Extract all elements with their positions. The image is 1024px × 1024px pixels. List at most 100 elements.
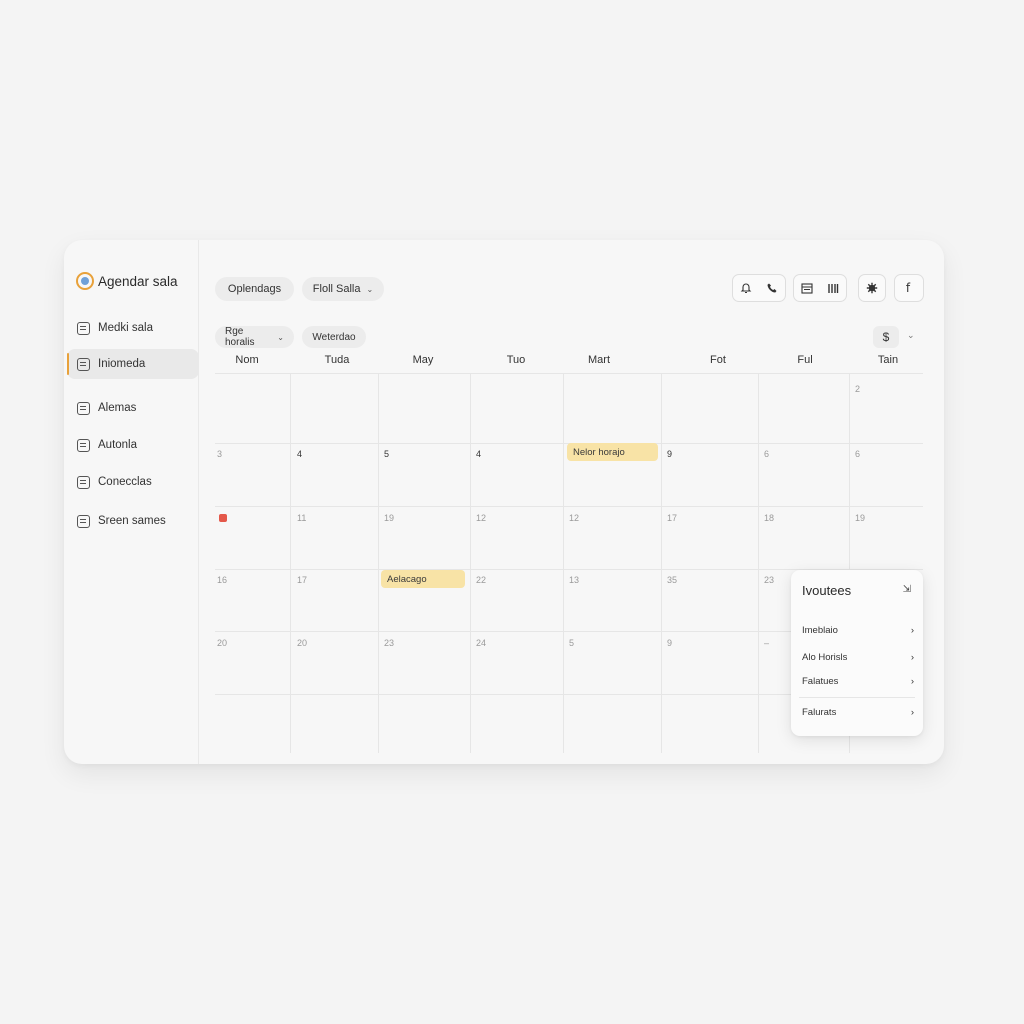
phone-icon[interactable] xyxy=(759,275,785,301)
grid-line xyxy=(215,373,923,374)
sidebar-item-autonla[interactable]: Autonla xyxy=(67,430,199,460)
sidebar-item-sreen-sames[interactable]: Sreen sames xyxy=(67,506,199,536)
grid-line xyxy=(661,373,662,753)
settings-button[interactable] xyxy=(858,274,886,302)
screen-icon xyxy=(77,514,90,528)
date-cell[interactable]: 35 xyxy=(667,575,677,585)
calendar-icon xyxy=(77,321,90,335)
grid-line xyxy=(758,373,759,753)
checklist-icon xyxy=(77,438,90,452)
day-header: Tuda xyxy=(324,354,350,366)
schedule-filter-label: Rge horalis xyxy=(225,326,255,348)
date-cell[interactable]: 18 xyxy=(764,513,774,523)
popover-item[interactable]: Alo Horisls › xyxy=(802,652,914,663)
expand-icon[interactable]: ⇲ xyxy=(903,584,911,595)
date-cell[interactable]: 17 xyxy=(667,513,677,523)
alert-icon xyxy=(219,514,227,522)
sidebar-item-conecclas[interactable]: Conecclas xyxy=(67,467,199,497)
date-cell[interactable]: 23 xyxy=(384,638,394,648)
date-cell[interactable]: 3 xyxy=(217,449,222,459)
date-cell[interactable]: 6 xyxy=(764,449,769,459)
date-cell[interactable]: 19 xyxy=(855,513,865,523)
date-cell[interactable]: 6 xyxy=(855,449,860,459)
day-header: Nom xyxy=(235,354,259,366)
popover-item[interactable]: Falatues › xyxy=(802,676,914,687)
sidebar-item-label: Alemas xyxy=(98,402,137,414)
day-header: Mart xyxy=(588,354,610,366)
popover-item-label: Imeblaio xyxy=(802,625,838,636)
day-header: Tuo xyxy=(506,354,526,366)
oplendags-button[interactable]: Oplendags xyxy=(215,277,294,301)
sidebar-item-label: Sreen sames xyxy=(98,515,166,527)
date-cell[interactable]: 19 xyxy=(384,513,394,523)
day-header: Tain xyxy=(877,354,899,366)
calendar-view-icon[interactable] xyxy=(794,275,820,301)
sidebar-item-alemas[interactable]: Alemas xyxy=(67,393,199,423)
weekday-filter-label: Weterdao xyxy=(312,331,356,343)
date-cell[interactable]: 2 xyxy=(855,384,860,394)
popover-title: Ivoutees xyxy=(802,583,852,598)
grid-line xyxy=(563,373,564,753)
columns-view-icon[interactable] xyxy=(820,275,846,301)
facebook-icon: f xyxy=(905,281,911,295)
date-cell[interactable]: 9 xyxy=(667,449,672,459)
divider xyxy=(799,697,915,698)
sidebar-item-label: Medki sala xyxy=(98,322,153,334)
date-cell[interactable]: 5 xyxy=(569,638,574,648)
currency-button[interactable]: $ xyxy=(873,326,899,348)
facebook-button[interactable]: f xyxy=(894,274,924,302)
options-popover: Ivoutees ⇲ Imeblaio › Alo Horisls › Fala… xyxy=(791,570,923,736)
sidebar-item-label: Conecclas xyxy=(98,476,152,488)
chevron-right-icon: › xyxy=(910,707,914,718)
event-label: Aelacago xyxy=(387,573,427,585)
popover-item-label: Falatues xyxy=(802,676,839,687)
brand-title: Agendar sala xyxy=(98,273,178,289)
popover-item-label: Falurats xyxy=(802,707,837,718)
grid-line xyxy=(215,506,923,507)
date-cell[interactable]: 11 xyxy=(297,513,306,523)
chevron-right-icon: › xyxy=(910,676,914,687)
date-cell[interactable]: 17 xyxy=(297,575,307,585)
sidebar: Agendar sala Medki sala Iniomeda Alemas … xyxy=(64,240,199,764)
date-cell[interactable]: 12 xyxy=(569,513,579,523)
chevron-down-icon: ⌄ xyxy=(277,332,284,342)
date-cell[interactable]: 13 xyxy=(569,575,579,585)
date-cell[interactable]: 24 xyxy=(476,638,486,648)
view-switcher xyxy=(793,274,847,302)
date-cell[interactable]: 20 xyxy=(297,638,307,648)
popover-item[interactable]: Falurats › xyxy=(802,707,914,718)
contact-actions xyxy=(732,274,786,302)
date-cell[interactable]: 16 xyxy=(217,575,227,585)
event-label: Nelor horajo xyxy=(573,446,625,458)
calendar-event[interactable]: Aelacago xyxy=(381,570,465,588)
date-cell[interactable]: – xyxy=(764,638,769,648)
date-cell[interactable]: 4 xyxy=(476,449,481,459)
date-cell[interactable]: 12 xyxy=(476,513,486,523)
calendar-event[interactable]: Nelor horajo xyxy=(567,443,658,461)
date-cell[interactable]: 22 xyxy=(476,575,486,585)
logo-icon xyxy=(76,272,94,290)
sidebar-item-iniomeda[interactable]: Iniomeda xyxy=(67,349,199,379)
bell-icon[interactable] xyxy=(733,275,759,301)
calendar-app-window: Agendar sala Medki sala Iniomeda Alemas … xyxy=(64,240,944,764)
currency-label: $ xyxy=(882,330,890,344)
date-cell[interactable]: 23 xyxy=(764,575,774,585)
popover-item[interactable]: Imeblaio › xyxy=(802,625,914,636)
chevron-right-icon: › xyxy=(910,652,914,663)
day-header: May xyxy=(412,354,434,366)
date-cell[interactable]: 20 xyxy=(217,638,227,648)
schedule-filter[interactable]: Rge horalis ⌄ xyxy=(215,326,294,348)
grid-line xyxy=(470,373,471,753)
date-cell[interactable]: 9 xyxy=(667,638,672,648)
day-header: Fot xyxy=(710,354,726,366)
grid-line xyxy=(378,373,379,753)
chevron-down-icon[interactable]: ⌄ xyxy=(907,330,915,341)
day-header: Ful xyxy=(797,354,813,366)
chevron-right-icon: › xyxy=(910,625,914,636)
date-cell[interactable]: 4 xyxy=(297,449,302,459)
room-select[interactable]: Floll Salla ⌄ xyxy=(302,277,384,301)
brand[interactable]: Agendar sala xyxy=(76,272,178,290)
date-cell[interactable]: 5 xyxy=(384,449,389,459)
weekday-filter[interactable]: Weterdao xyxy=(302,326,366,348)
sidebar-item-medki-sala[interactable]: Medki sala xyxy=(67,313,199,343)
